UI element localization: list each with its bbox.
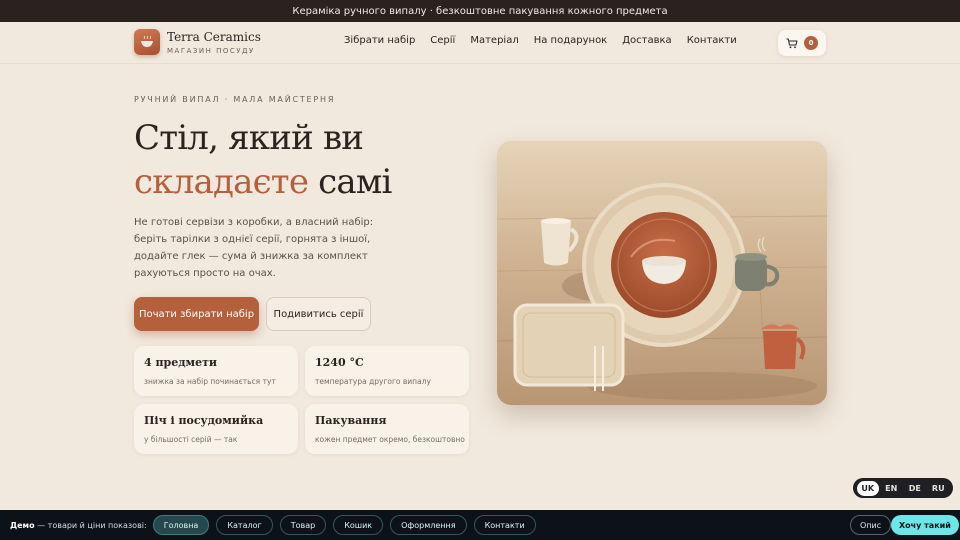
main-nav: Зібрати набір Серії Матеріал На подаруно…	[344, 35, 737, 46]
hero-title-line1: Стіл, який ви	[134, 118, 364, 158]
nav-item-build-set[interactable]: Зібрати набір	[344, 35, 415, 46]
demo-bar: Демо — товари й ціни показові: Головна К…	[0, 510, 960, 540]
announcement-text: Кераміка ручного випалу · безкоштовне па…	[292, 5, 668, 17]
brand-tagline: МАГАЗИН ПОСУДУ	[167, 47, 255, 55]
nav-item-series[interactable]: Серії	[430, 35, 455, 46]
demo-about-button[interactable]: Опис	[850, 515, 892, 535]
lang-uk[interactable]: UK	[856, 480, 879, 496]
demo-page-checkout[interactable]: Оформлення	[390, 515, 467, 535]
feature-card: 1240 °C температура другого випалу	[305, 346, 469, 396]
demo-page-home[interactable]: Головна	[152, 515, 210, 535]
feature-card: 4 предмети знижка за набір починається т…	[134, 346, 298, 396]
view-series-button[interactable]: Подивитись серії	[266, 297, 371, 331]
demo-label: Демо — товари й ціни показові:	[10, 521, 147, 530]
demo-page-contacts[interactable]: Контакти	[473, 515, 536, 535]
lang-ru[interactable]: RU	[927, 481, 949, 496]
cart-icon	[786, 38, 798, 48]
feature-title: Піч і посудомийка	[144, 414, 264, 427]
start-building-button[interactable]: Почати збирати набір	[134, 297, 259, 331]
feature-desc: кожен предмет окремо, безкоштовно	[315, 435, 465, 444]
cart-count-badge: 0	[804, 36, 818, 50]
nav-item-material[interactable]: Матеріал	[470, 35, 518, 46]
lang-en[interactable]: EN	[880, 481, 902, 496]
bowl-icon[interactable]	[134, 29, 160, 55]
hero-title-accent: складаєте	[134, 162, 309, 202]
feature-title: 4 предмети	[144, 356, 218, 369]
hero-title-line2: складаєте самі	[134, 160, 392, 204]
demo-cta-button[interactable]: Хочу такий	[891, 515, 959, 535]
lang-de[interactable]: DE	[904, 481, 926, 496]
nav-item-delivery[interactable]: Доставка	[622, 35, 671, 46]
nav-item-gifts[interactable]: На подарунок	[534, 35, 608, 46]
demo-page-catalog[interactable]: Каталог	[216, 515, 273, 535]
feature-desc: у більшості серій — так	[144, 435, 238, 444]
hero-title-rest: самі	[308, 162, 392, 202]
site-header: Terra Ceramics МАГАЗИН ПОСУДУ Зібрати на…	[0, 22, 960, 64]
demo-page-product[interactable]: Товар	[279, 515, 327, 535]
hero-title: Стіл, який ви складаєте самі	[134, 116, 392, 204]
feature-title: Пакування	[315, 414, 387, 427]
demo-label-rest: — товари й ціни показові:	[34, 520, 147, 530]
cart-button[interactable]: 0	[778, 30, 826, 56]
feature-title: 1240 °C	[315, 356, 364, 369]
language-switcher: UK EN DE RU	[853, 478, 953, 498]
hero-illustration	[497, 141, 827, 405]
announcement-bar: Кераміка ручного випалу · безкоштовне па…	[0, 0, 960, 22]
feature-card: Піч і посудомийка у більшості серій — та…	[134, 404, 298, 454]
hero-lead: Не готові сервізи з коробки, а власний н…	[134, 217, 374, 279]
demo-page-cart[interactable]: Кошик	[333, 515, 384, 535]
demo-label-bold: Демо	[10, 520, 35, 530]
feature-desc: температура другого випалу	[315, 377, 431, 386]
feature-desc: знижка за набір починається тут	[144, 377, 276, 386]
nav-item-contacts[interactable]: Контакти	[687, 35, 737, 46]
feature-card: Пакування кожен предмет окремо, безкошто…	[305, 404, 469, 454]
brand-name[interactable]: Terra Ceramics	[167, 30, 261, 44]
hero-eyebrow: РУЧНИЙ ВИПАЛ · МАЛА МАЙСТЕРНЯ	[134, 95, 336, 104]
